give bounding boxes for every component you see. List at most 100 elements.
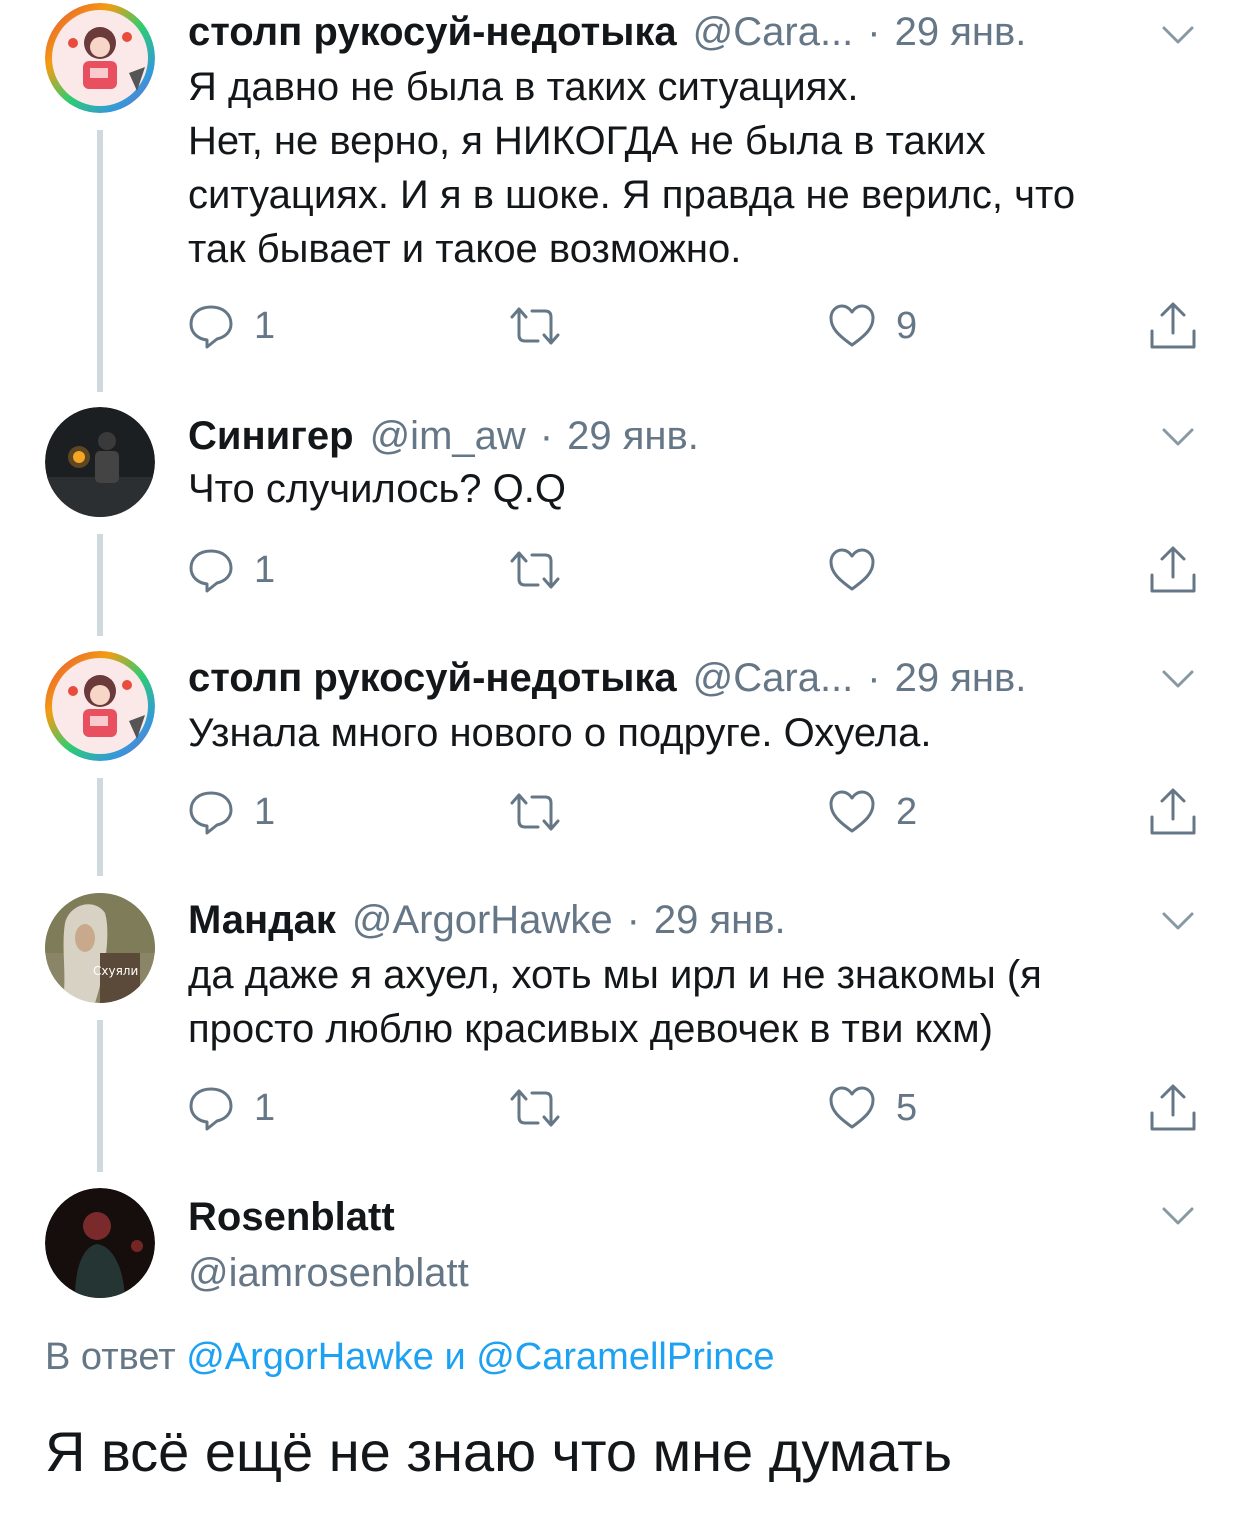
tweet-3[interactable]: столп рукосуй-недотыка @Cara... · 29 янв…	[0, 648, 1242, 880]
avatar[interactable]	[45, 651, 155, 761]
tweet-text-line: Узнала много нового о подруге. Охуела.	[188, 711, 932, 755]
reply-count: 1	[254, 790, 276, 833]
share-icon	[1148, 787, 1198, 837]
like-count: 9	[896, 304, 918, 347]
tweet-2[interactable]: Синигер @im_aw · 29 янв. Что случилось? …	[0, 404, 1242, 639]
replying-to: В ответ @ArgorHawke и @CaramellPrince	[45, 1332, 775, 1382]
retweet-icon	[508, 547, 562, 593]
retweet-button[interactable]	[508, 782, 582, 842]
chevron-down-icon[interactable]	[1158, 20, 1198, 50]
tweet-header: Синигер @im_aw · 29 янв.	[188, 406, 699, 466]
like-button[interactable]	[828, 540, 896, 600]
share-button[interactable]	[1148, 296, 1198, 356]
username[interactable]: @iamrosenblatt	[188, 1243, 469, 1303]
display-name[interactable]: Синигер	[188, 406, 354, 466]
main-tweet-text: Я всё ещё не знаю что мне думать	[45, 1420, 952, 1483]
display-name[interactable]: столп рукосуй-недотыка	[188, 648, 677, 708]
share-icon	[1148, 1083, 1198, 1133]
like-count: 2	[896, 790, 918, 833]
retweet-button[interactable]	[508, 540, 582, 600]
tweet-actions: 1	[0, 540, 1242, 600]
avatar[interactable]	[45, 1188, 155, 1298]
tweet-4[interactable]: Схуяли Мандак @ArgorHawke · 29 янв. да д…	[0, 890, 1242, 1175]
tweet-text-line: просто люблю красивых девочек в тви кхм)	[188, 1007, 993, 1051]
like-icon	[828, 1085, 876, 1131]
username[interactable]: @Cara...	[693, 648, 854, 708]
timestamp[interactable]: 29 янв.	[895, 2, 1027, 62]
like-count: 5	[896, 1086, 918, 1129]
main-tweet-name-row: Rosenblatt	[188, 1187, 411, 1247]
mention-link[interactable]: @ArgorHawke	[186, 1336, 434, 1378]
share-button[interactable]	[1148, 540, 1198, 600]
reply-icon	[188, 547, 234, 593]
tweet-actions: 1 9	[0, 296, 1242, 356]
share-icon	[1148, 545, 1198, 595]
reply-button[interactable]: 1	[188, 296, 275, 356]
tweet-actions: 1 2	[0, 782, 1242, 842]
retweet-icon	[508, 789, 562, 835]
reply-button[interactable]: 1	[188, 782, 275, 842]
like-icon	[828, 303, 876, 349]
separator: ·	[626, 898, 640, 942]
tweet-text-line: ситуациях. И я в шоке. Я правда не верил…	[188, 173, 1076, 217]
reply-count: 1	[254, 304, 276, 347]
avatar-caption: Схуяли	[93, 964, 138, 978]
like-button[interactable]: 5	[828, 1078, 917, 1138]
share-button[interactable]	[1148, 1078, 1198, 1138]
display-name[interactable]: Rosenblatt	[188, 1187, 395, 1247]
tweet-text: да даже я ахуел, хоть мы ирл и не знаком…	[188, 948, 1178, 1056]
tweet-header: Мандак @ArgorHawke · 29 янв.	[188, 890, 786, 950]
tweet-text-line: да даже я ахуел, хоть мы ирл и не знаком…	[188, 953, 1042, 997]
like-icon	[828, 789, 876, 835]
timestamp[interactable]: 29 янв.	[654, 890, 786, 950]
username[interactable]: @ArgorHawke	[352, 890, 613, 950]
like-button[interactable]: 9	[828, 296, 917, 356]
retweet-button[interactable]	[508, 1078, 582, 1138]
reply-icon	[188, 303, 234, 349]
retweet-button[interactable]	[508, 296, 582, 356]
retweet-icon	[508, 303, 562, 349]
username[interactable]: @Cara...	[693, 2, 854, 62]
tweet-text: Я давно не была в таких ситуациях. Нет, …	[188, 60, 1178, 276]
chevron-down-icon[interactable]	[1158, 906, 1198, 936]
replying-to-label: В ответ	[45, 1336, 176, 1378]
avatar[interactable]: Схуяли	[45, 893, 155, 1003]
chevron-down-icon[interactable]	[1158, 664, 1198, 694]
tweet-text: Узнала много нового о подруге. Охуела.	[188, 706, 1178, 760]
tweet-1[interactable]: столп рукосуй-недотыка @Cara... · 29 янв…	[0, 0, 1242, 395]
retweet-icon	[508, 1085, 562, 1131]
mention-link[interactable]: @CaramellPrince	[476, 1336, 774, 1378]
tweet-text: Что случилось? Q.Q	[188, 462, 1178, 516]
separator: ·	[867, 656, 881, 700]
tweet-header: столп рукосуй-недотыка @Cara... · 29 янв…	[188, 648, 1026, 708]
avatar[interactable]	[45, 3, 155, 113]
reply-count: 1	[254, 548, 276, 591]
username[interactable]: @im_aw	[370, 406, 526, 466]
chevron-down-icon[interactable]	[1158, 1201, 1198, 1231]
reply-icon	[188, 789, 234, 835]
tweet-header: столп рукосуй-недотыка @Cara... · 29 янв…	[188, 2, 1026, 62]
like-button[interactable]: 2	[828, 782, 917, 842]
reply-count: 1	[254, 1086, 276, 1129]
tweet-text-line: Нет, не верно, я НИКОГДА не была в таких	[188, 119, 986, 163]
main-tweet-handle-row: @iamrosenblatt	[188, 1243, 469, 1303]
timestamp[interactable]: 29 янв.	[895, 648, 1027, 708]
tweet-actions: 1 5	[0, 1078, 1242, 1138]
share-button[interactable]	[1148, 782, 1198, 842]
avatar[interactable]	[45, 407, 155, 517]
separator: ·	[867, 10, 881, 54]
tweet-text-line: так бывает и такое возможно.	[188, 227, 742, 271]
tweet-text-line: Что случилось? Q.Q	[188, 467, 566, 511]
reply-icon	[188, 1085, 234, 1131]
reply-button[interactable]: 1	[188, 540, 275, 600]
chevron-down-icon[interactable]	[1158, 422, 1198, 452]
display-name[interactable]: Мандак	[188, 890, 336, 950]
like-icon	[828, 547, 876, 593]
share-icon	[1148, 301, 1198, 351]
tweet-text-line: Я давно не была в таких ситуациях.	[188, 65, 859, 109]
reply-button[interactable]: 1	[188, 1078, 275, 1138]
replying-to-conjunction: и	[444, 1336, 466, 1378]
separator: ·	[539, 414, 554, 458]
timestamp[interactable]: 29 янв.	[567, 406, 699, 466]
display-name[interactable]: столп рукосуй-недотыка	[188, 2, 677, 62]
